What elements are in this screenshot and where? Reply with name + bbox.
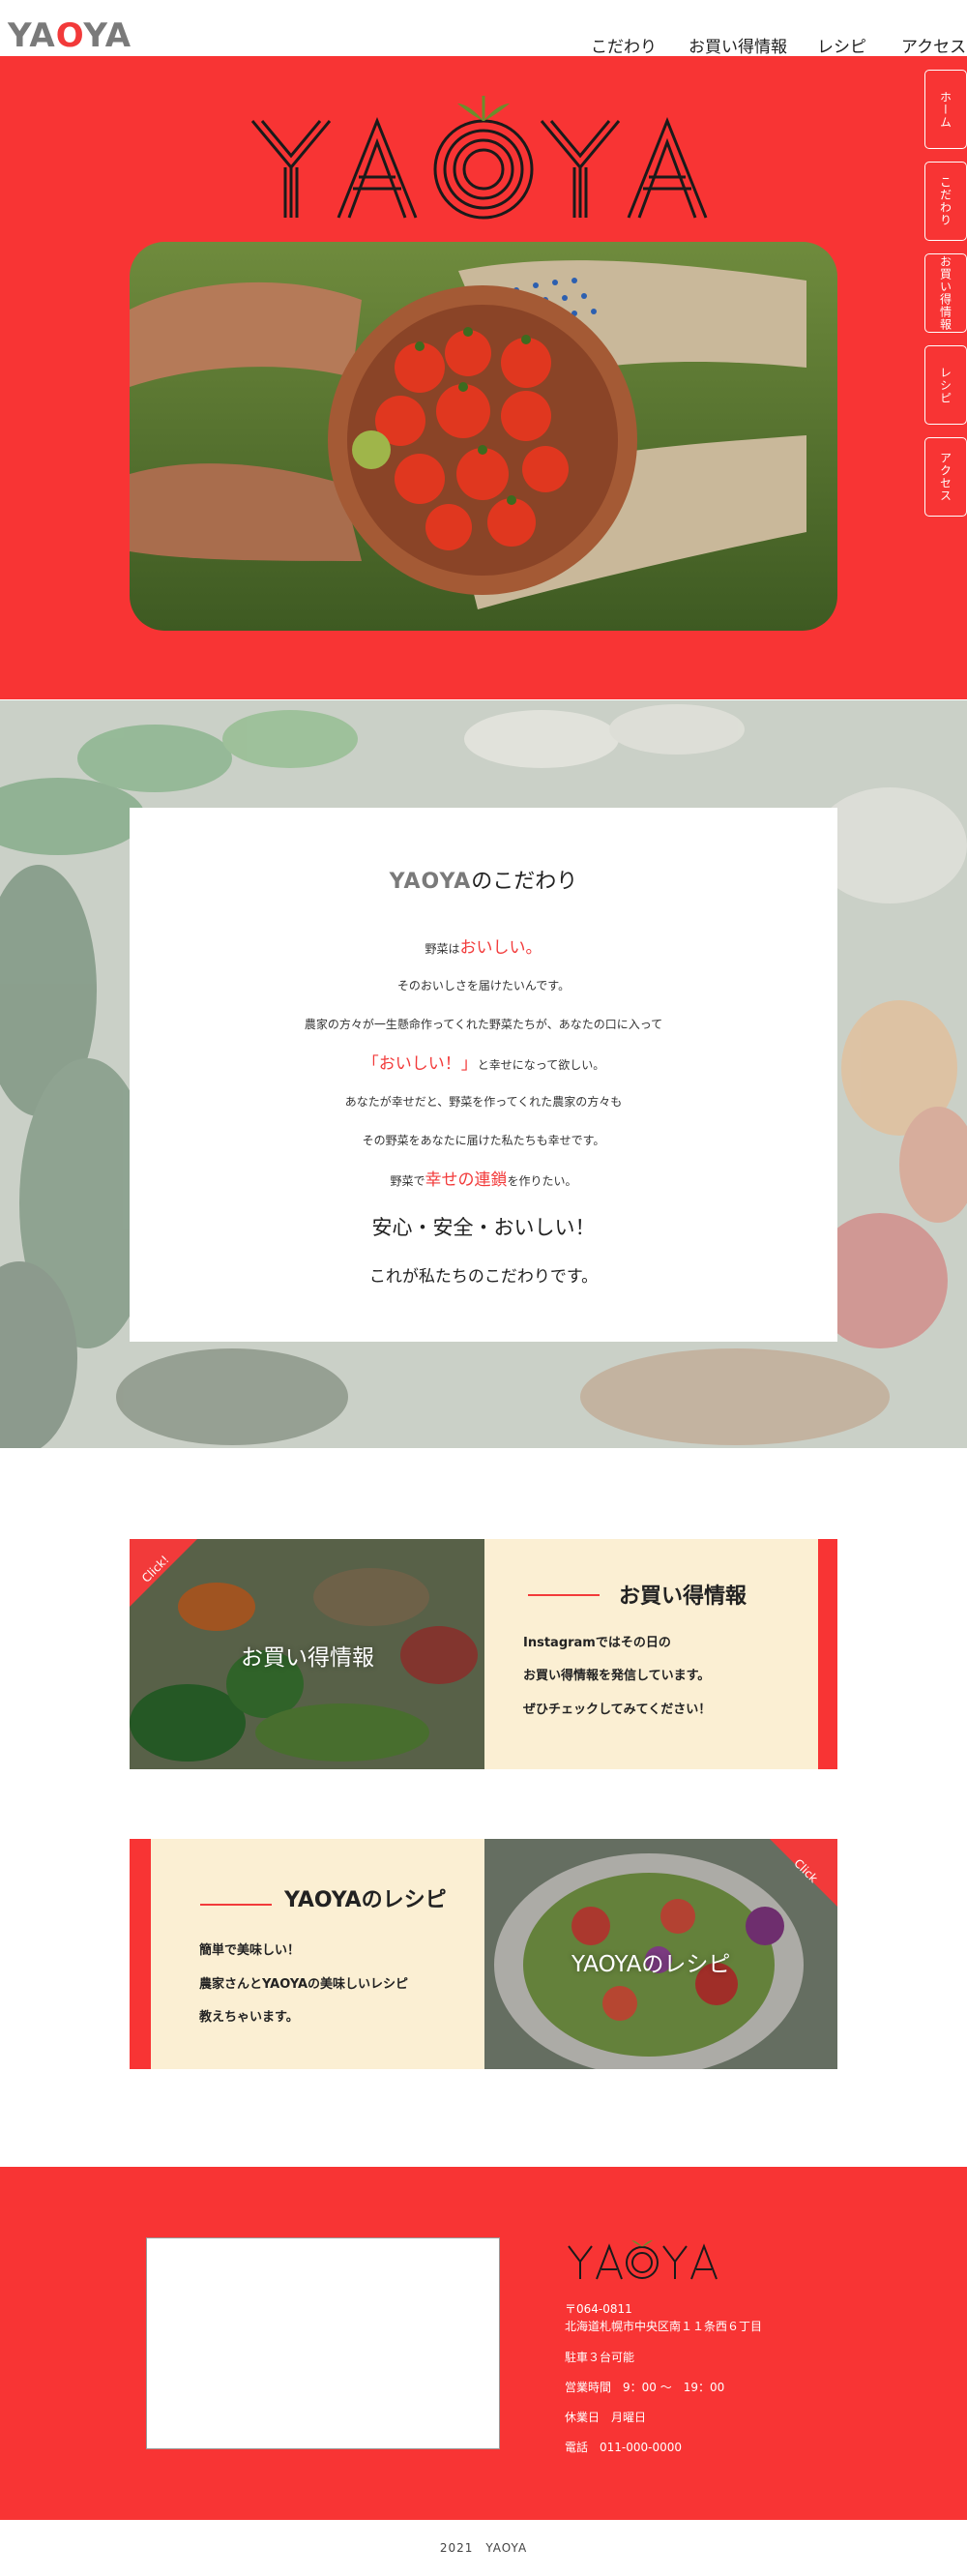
recipe-title-rule	[200, 1904, 272, 1906]
kodawari-title: YAOYAのこだわり	[389, 870, 578, 894]
header-logo[interactable]: YAOYA	[8, 19, 132, 52]
deals-red-accent	[818, 1539, 837, 1769]
footer-postal: 〒064-0811	[565, 2302, 632, 2316]
deals-image-link[interactable]: お買い得情報 Click!	[130, 1539, 484, 1769]
recipe-line-3: 教えちゃいます。	[199, 2010, 299, 2025]
kodawari-line-5: あなたが幸せだと、野菜を作ってくれた農家の方々も	[344, 1095, 623, 1109]
kodawari-card: YAOYAのこだわり 野菜はおいしい。 そのおいしさを届けたいんです。 農家の方…	[130, 808, 837, 1342]
side-nav-deals[interactable]: お買い得情報	[924, 253, 967, 333]
footer-address: 北海道札幌市中央区南１１条西６丁目	[565, 2320, 763, 2333]
footer-holiday: 休業日 月曜日	[565, 2411, 647, 2424]
side-nav-recipe[interactable]: レシピ	[924, 345, 967, 425]
recipe-image-label: YAOYAのレシピ	[571, 1952, 731, 1977]
recipe-line-1: 簡単で美味しい！	[199, 1943, 301, 1958]
footer-parking: 駐車３台可能	[565, 2351, 635, 2364]
footer-phone: 電話 011-000-0000	[565, 2441, 683, 2454]
kodawari-line-6: その野菜をあなたに届けた私たちも幸せです。	[362, 1134, 605, 1147]
nav-kodawari[interactable]: こだわり	[591, 33, 657, 57]
deals-line-2: お買い得情報を発信しています。	[523, 1669, 711, 1683]
kodawari-line-3: 農家の方々が一生懸命作ってくれた野菜たちが、あなたの口に入って	[304, 1018, 663, 1031]
kodawari-line-2: そのおいしさを届けたいんです。	[396, 979, 571, 992]
copyright: 2021 YAOYA	[439, 2541, 528, 2555]
recipe-line-2: 農家さんとYAOYAの美味しいレシピ	[199, 1977, 409, 1992]
kodawari-line-4: 「おいしい！」と幸せになって欲しい。	[362, 1054, 605, 1074]
recipe-title: YAOYAのレシピ	[284, 1888, 447, 1912]
kodawari-line-9: これが私たちのこだわりです。	[368, 1267, 599, 1287]
kodawari-line-1: 野菜はおいしい。	[425, 938, 542, 958]
recipe-image-link[interactable]: YAOYAのレシピ Click	[484, 1839, 837, 2069]
side-nav-kodawari[interactable]: こだわり	[924, 162, 967, 241]
footer-logo	[568, 2240, 718, 2280]
recipe-red-accent	[130, 1839, 151, 2069]
nav-deals[interactable]: お買い得情報	[689, 33, 787, 57]
hero-tomato-photo	[130, 242, 837, 631]
deals-line-1: Instagramではその日の	[523, 1636, 671, 1650]
kodawari-line-8: 安心・安全・おいしい！	[371, 1216, 596, 1239]
site-header: YAOYA こだわり お買い得情報 レシピ アクセス	[0, 0, 967, 57]
deals-title: お買い得情報	[619, 1584, 747, 1609]
side-nav-access[interactable]: アクセス	[924, 437, 967, 517]
nav-recipe[interactable]: レシピ	[817, 33, 866, 57]
footer-hours: 営業時間 9：00 〜 19：00	[565, 2381, 725, 2394]
nav-access[interactable]: アクセス	[901, 33, 966, 57]
deals-title-rule	[528, 1594, 600, 1596]
footer-map[interactable]	[146, 2237, 500, 2449]
hero-logo	[250, 96, 708, 220]
deals-click-ribbon	[130, 1539, 197, 1607]
side-nav-home[interactable]: ホーム	[924, 70, 967, 149]
kodawari-line-7: 野菜で幸せの連鎖を作りたい。	[390, 1170, 577, 1190]
deals-line-3: ぜひチェックしてみてください！	[523, 1703, 712, 1717]
deals-text-box	[484, 1539, 818, 1769]
deals-image-label: お買い得情報	[241, 1645, 374, 1671]
